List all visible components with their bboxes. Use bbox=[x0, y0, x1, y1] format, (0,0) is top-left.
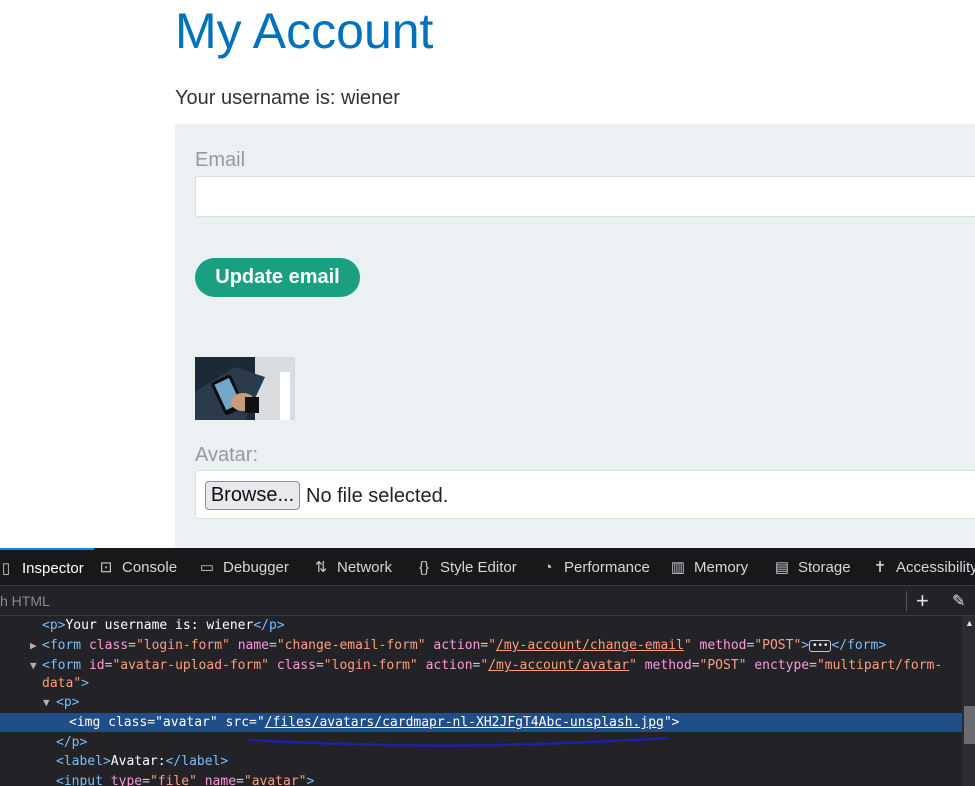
tree-row[interactable]: <p>Your username is: wiener</p> bbox=[0, 616, 962, 635]
account-panel: Email Update email Avatar: Browse... No … bbox=[175, 124, 975, 548]
avatar-image bbox=[195, 357, 295, 420]
avatar-photo-icon bbox=[195, 357, 295, 420]
avatar-file-input[interactable]: Browse... No file selected. bbox=[195, 470, 975, 519]
tab-debugger[interactable]: ▭ Debugger bbox=[197, 548, 289, 586]
attr-value: POST bbox=[707, 658, 739, 673]
tab-label: Storage bbox=[798, 558, 851, 576]
tree-row-selected[interactable]: <img class="avatar" src="/files/avatars/… bbox=[0, 713, 962, 732]
attr-value: login-form bbox=[331, 658, 410, 673]
tree-scrollbar[interactable]: ▲ bbox=[962, 616, 975, 786]
attr-value: avatar bbox=[251, 774, 299, 786]
tree-row[interactable]: </p> bbox=[0, 733, 962, 752]
tab-accessibility[interactable]: ✝ Accessibility bbox=[870, 548, 975, 586]
tree-row[interactable]: ▼ <form id="avatar-upload-form" class="l… bbox=[0, 656, 962, 675]
username-text: Your username is: wiener bbox=[175, 87, 400, 109]
tree-row[interactable]: ▼ <p> bbox=[0, 693, 962, 712]
node-text: Avatar: bbox=[110, 754, 166, 769]
tree-row-wrap: data"> bbox=[42, 676, 89, 691]
collapse-arrow-icon[interactable]: ▼ bbox=[30, 656, 37, 675]
tab-label: Debugger bbox=[223, 558, 289, 576]
attr-link[interactable]: /my-account/change-email bbox=[496, 638, 684, 653]
node-text: Your username is: wiener bbox=[65, 618, 254, 633]
attr-value: login-form bbox=[143, 638, 223, 653]
html-search-bar[interactable]: h HTML + ✎ bbox=[0, 586, 975, 616]
devtools-panel: ▯ Inspector ⊡ Console ▭ Debugger ⇅ Netwo… bbox=[0, 548, 975, 786]
expand-arrow-icon[interactable]: ▶ bbox=[30, 636, 37, 655]
tab-performance[interactable]: ◔ Performance bbox=[538, 548, 650, 586]
devtools-toolbar: ▯ Inspector ⊡ Console ▭ Debugger ⇅ Netwo… bbox=[0, 548, 975, 586]
attr-value: file bbox=[157, 774, 190, 786]
tab-label: Memory bbox=[694, 558, 749, 576]
tab-inspector[interactable]: ▯ Inspector bbox=[0, 548, 94, 586]
attr-value: avatar-upload-form bbox=[120, 658, 262, 673]
memory-icon: ▥ bbox=[670, 559, 686, 576]
performance-icon: ◔ bbox=[543, 558, 553, 576]
tab-label: Inspector bbox=[22, 559, 84, 577]
attr-value: multipart/form- bbox=[824, 658, 943, 673]
toolbar-divider bbox=[906, 591, 907, 611]
tab-style-editor[interactable]: {} Style Editor bbox=[414, 548, 517, 586]
tab-console[interactable]: ⊡ Console bbox=[96, 548, 177, 586]
attr-value: data bbox=[42, 676, 74, 691]
web-page: My Account Your username is: wiener Emai… bbox=[0, 0, 975, 548]
inspector-icon: ▯ bbox=[1, 560, 11, 577]
browse-button[interactable]: Browse... bbox=[205, 481, 300, 510]
update-email-button[interactable]: Update email bbox=[195, 258, 360, 297]
tab-network[interactable]: ⇅ Network bbox=[311, 548, 392, 586]
ellipsis-icon[interactable]: ••• bbox=[809, 639, 832, 652]
accessibility-icon: ✝ bbox=[873, 559, 887, 576]
page-title: My Account bbox=[175, 3, 434, 59]
attr-value: avatar bbox=[162, 715, 210, 730]
tab-label: Network bbox=[337, 558, 393, 576]
attr-link[interactable]: /files/avatars/cardmapr-nl-XH2JFgT4Abc-u… bbox=[265, 715, 664, 730]
attr-link[interactable]: /my-account/avatar bbox=[488, 658, 629, 673]
search-placeholder: h HTML bbox=[0, 593, 50, 609]
scrollbar-thumb[interactable] bbox=[964, 706, 975, 744]
eyedropper-icon[interactable]: ✎ bbox=[952, 591, 965, 611]
tree-row[interactable]: ▶ <form class="login-form" name="change-… bbox=[0, 636, 962, 655]
tab-memory[interactable]: ▥ Memory bbox=[668, 548, 748, 586]
style-editor-icon: {} bbox=[418, 558, 430, 576]
email-field[interactable] bbox=[195, 176, 975, 217]
debugger-icon: ▭ bbox=[199, 559, 215, 576]
tab-label: Accessibility bbox=[896, 558, 975, 576]
scroll-up-icon[interactable]: ▲ bbox=[965, 618, 974, 628]
avatar-label: Avatar: bbox=[195, 444, 258, 466]
storage-icon: ▤ bbox=[774, 559, 790, 576]
tab-label: Style Editor bbox=[440, 558, 517, 576]
tab-storage[interactable]: ▤ Storage bbox=[772, 548, 851, 586]
tree-row[interactable]: <input type="file" name="avatar"> bbox=[0, 772, 962, 786]
tab-label: Console bbox=[122, 558, 178, 576]
collapse-arrow-icon[interactable]: ▼ bbox=[43, 693, 50, 712]
tree-row[interactable]: <label>Avatar:</label> bbox=[0, 752, 962, 771]
add-node-icon[interactable]: + bbox=[916, 588, 929, 614]
attr-value: POST bbox=[762, 638, 794, 653]
attr-value: change-email-form bbox=[284, 638, 418, 653]
tab-label: Performance bbox=[564, 558, 650, 576]
markup-tree: <p>Your username is: wiener</p> ▶ <form … bbox=[0, 616, 962, 786]
network-icon: ⇅ bbox=[314, 559, 328, 576]
email-label: Email bbox=[195, 149, 246, 171]
no-file-text: No file selected. bbox=[306, 485, 449, 507]
console-icon: ⊡ bbox=[99, 559, 113, 576]
